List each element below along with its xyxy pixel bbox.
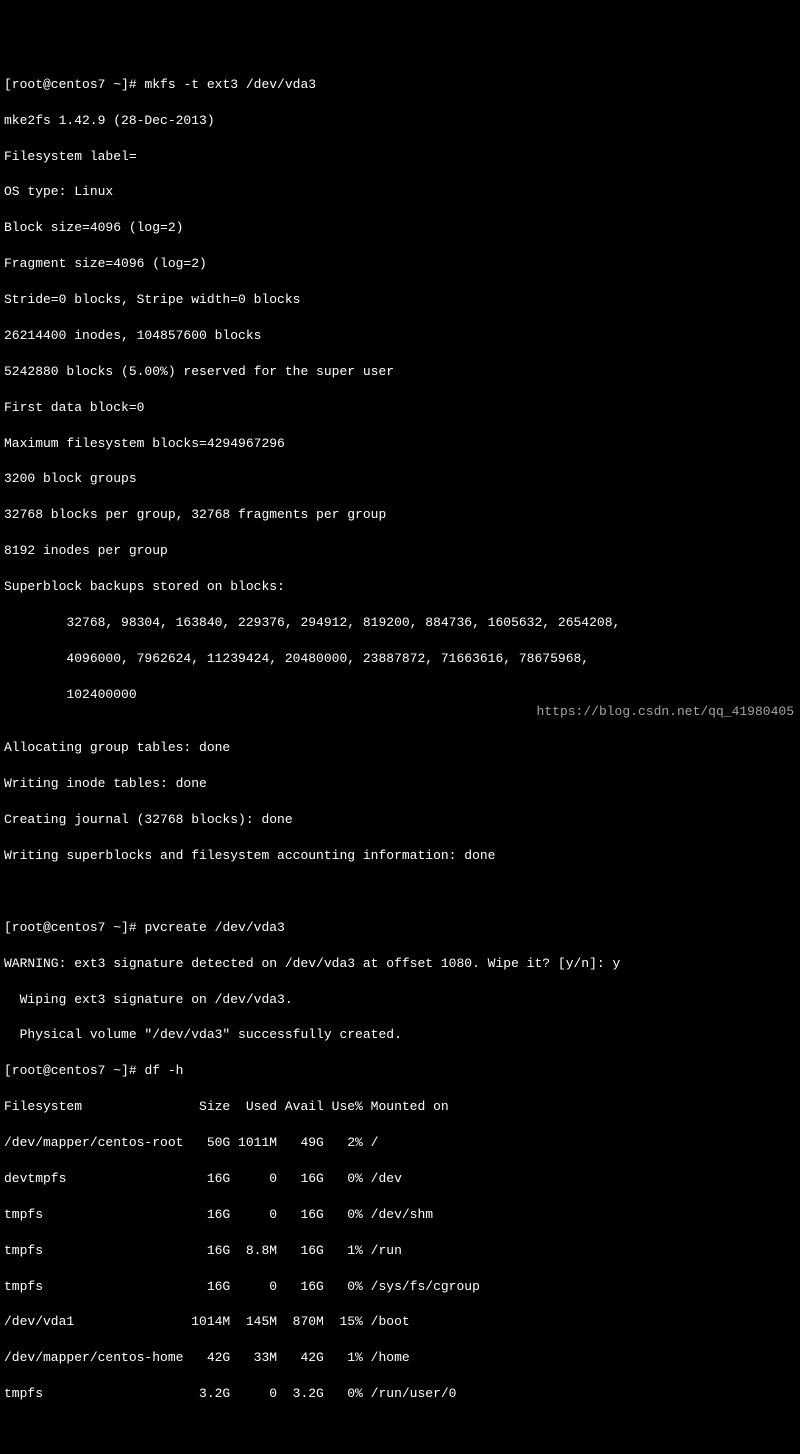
df-row: tmpfs 16G 8.8M 16G 1% /run <box>4 1242 796 1260</box>
shell-prompt: [root@centos7 ~]# <box>4 1063 144 1078</box>
command[interactable]: pvcreate /dev/vda3 <box>144 920 284 935</box>
output-line: Wiping ext3 signature on /dev/vda3. <box>4 991 796 1009</box>
output-line: Filesystem label= <box>4 148 796 166</box>
output-line: 3200 block groups <box>4 470 796 488</box>
output-line: 32768 blocks per group, 32768 fragments … <box>4 506 796 524</box>
output-line: WARNING: ext3 signature detected on /dev… <box>4 955 796 973</box>
output-line: Physical volume "/dev/vda3" successfully… <box>4 1026 796 1044</box>
blank-line <box>4 883 796 901</box>
output-line: 5242880 blocks (5.00%) reserved for the … <box>4 363 796 381</box>
terminal-line: [root@centos7 ~]# pvcreate /dev/vda3 <box>4 919 796 937</box>
output-line: Writing superblocks and filesystem accou… <box>4 847 796 865</box>
df-row: /dev/vda1 1014M 145M 870M 15% /boot <box>4 1313 796 1331</box>
command[interactable]: df -h <box>144 1063 183 1078</box>
watermark-text: https://blog.csdn.net/qq_41980405 <box>537 703 794 721</box>
df-row: devtmpfs 16G 0 16G 0% /dev <box>4 1170 796 1188</box>
output-line: 8192 inodes per group <box>4 542 796 560</box>
output-line: OS type: Linux <box>4 183 796 201</box>
df-row: tmpfs 3.2G 0 3.2G 0% /run/user/0 <box>4 1385 796 1403</box>
output-line: Maximum filesystem blocks=4294967296 <box>4 435 796 453</box>
terminal-line: [root@centos7 ~]# mkfs -t ext3 /dev/vda3 <box>4 76 796 94</box>
shell-prompt: [root@centos7 ~]# <box>4 920 144 935</box>
terminal-line: [root@centos7 ~]# df -h <box>4 1062 796 1080</box>
output-line: Superblock backups stored on blocks: <box>4 578 796 596</box>
output-line: Fragment size=4096 (log=2) <box>4 255 796 273</box>
output-line: 102400000 <box>4 686 796 704</box>
output-line: Block size=4096 (log=2) <box>4 219 796 237</box>
output-line: First data block=0 <box>4 399 796 417</box>
df-row: /dev/mapper/centos-root 50G 1011M 49G 2%… <box>4 1134 796 1152</box>
output-line: Writing inode tables: done <box>4 775 796 793</box>
output-line: 26214400 inodes, 104857600 blocks <box>4 327 796 345</box>
df-row: /dev/mapper/centos-home 42G 33M 42G 1% /… <box>4 1349 796 1367</box>
df-row: tmpfs 16G 0 16G 0% /sys/fs/cgroup <box>4 1278 796 1296</box>
output-line: Creating journal (32768 blocks): done <box>4 811 796 829</box>
df-row: tmpfs 16G 0 16G 0% /dev/shm <box>4 1206 796 1224</box>
command[interactable]: mkfs -t ext3 /dev/vda3 <box>144 77 316 92</box>
output-line: Stride=0 blocks, Stripe width=0 blocks <box>4 291 796 309</box>
output-line: Allocating group tables: done <box>4 739 796 757</box>
output-line: mke2fs 1.42.9 (28-Dec-2013) <box>4 112 796 130</box>
df-header: Filesystem Size Used Avail Use% Mounted … <box>4 1098 796 1116</box>
output-line: 32768, 98304, 163840, 229376, 294912, 81… <box>4 614 796 632</box>
shell-prompt: [root@centos7 ~]# <box>4 77 144 92</box>
output-line: 4096000, 7962624, 11239424, 20480000, 23… <box>4 650 796 668</box>
